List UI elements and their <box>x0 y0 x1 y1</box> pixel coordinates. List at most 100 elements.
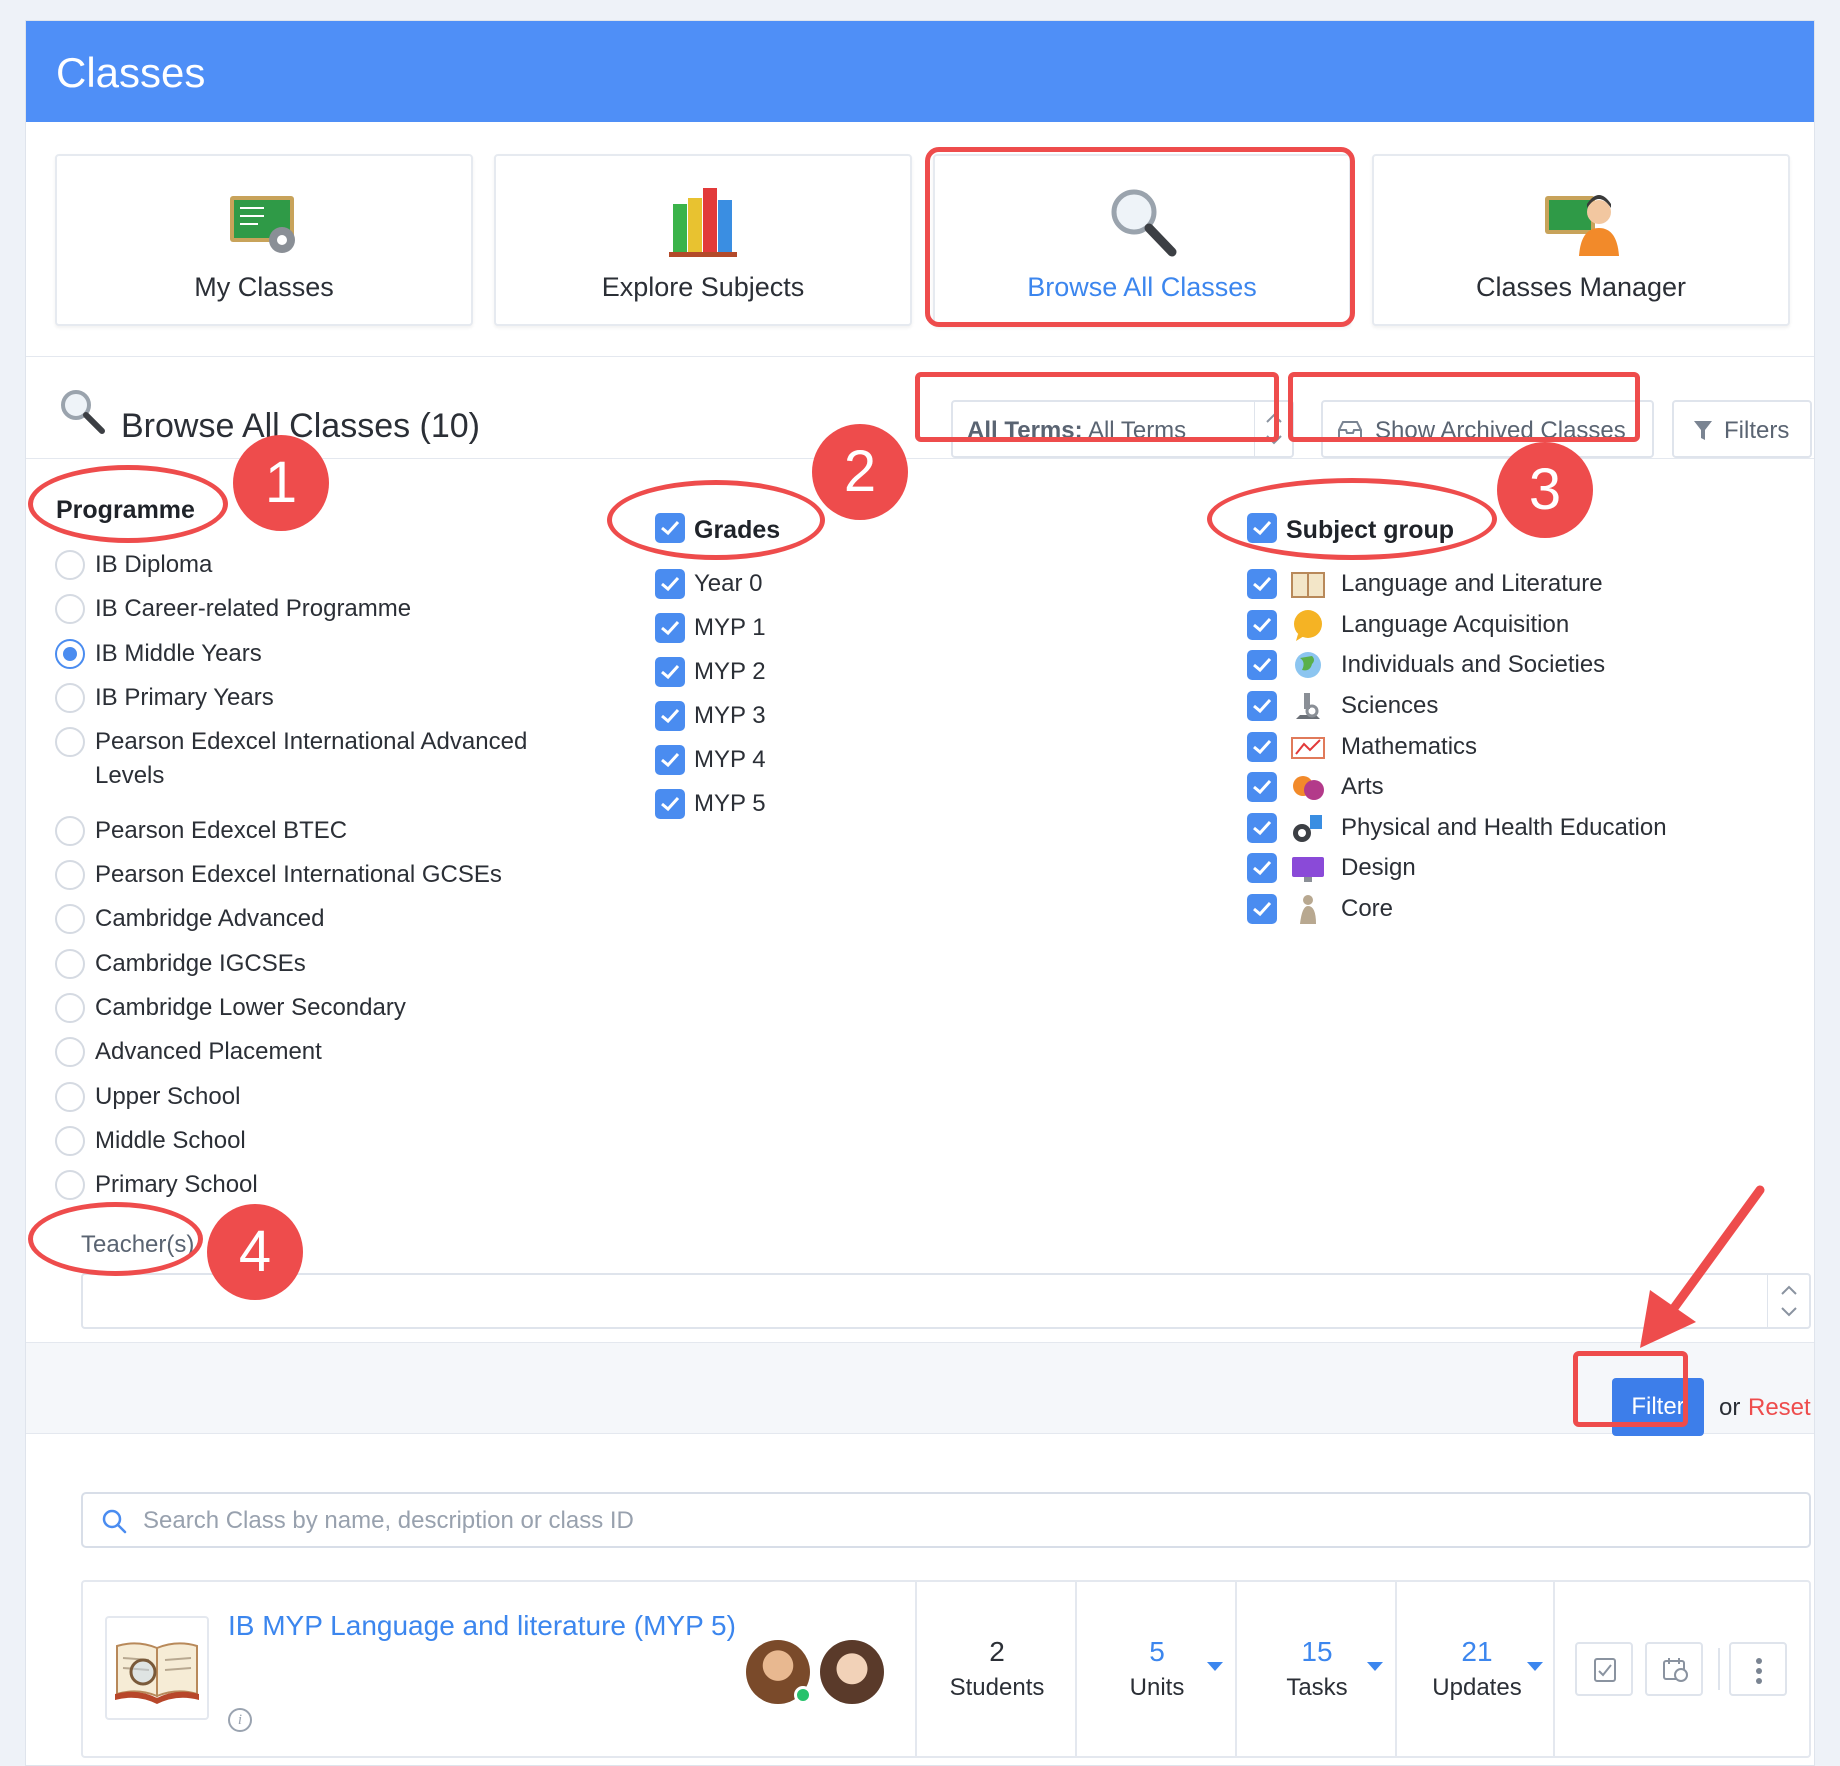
programme-radio[interactable] <box>55 816 85 846</box>
programme-option-label[interactable]: IB Diploma <box>95 548 212 582</box>
programme-option-label[interactable]: Middle School <box>95 1124 246 1158</box>
monitor-icon <box>1292 857 1324 882</box>
subject-group-option-label[interactable]: Physical and Health Education <box>1341 811 1667 845</box>
subject-group-checkbox[interactable] <box>1247 650 1277 680</box>
grade-checkbox[interactable] <box>655 613 685 643</box>
subject-group-checkbox[interactable] <box>1247 772 1277 802</box>
grade-option-label[interactable]: MYP 5 <box>694 787 766 821</box>
students-stat[interactable]: 2 Students <box>915 1582 1075 1758</box>
teachers-select[interactable] <box>81 1273 1811 1329</box>
grade-option-label[interactable]: MYP 3 <box>694 699 766 733</box>
highlight-teachers <box>28 1202 203 1276</box>
subject-group-option-label[interactable]: Language and Literature <box>1341 567 1603 601</box>
programme-radio[interactable] <box>55 993 85 1023</box>
explore-subjects-card[interactable]: Explore Subjects <box>494 154 912 326</box>
filters-label: Filters <box>1724 417 1790 444</box>
subject-group-checkbox[interactable] <box>1247 610 1277 640</box>
info-icon[interactable]: i <box>228 1708 252 1732</box>
highlight-filter-button <box>1573 1351 1688 1427</box>
subject-group-checkbox[interactable] <box>1247 569 1277 599</box>
programme-radio[interactable] <box>55 1126 85 1156</box>
more-options-button[interactable] <box>1729 1642 1787 1696</box>
globe-icon <box>1295 652 1321 678</box>
subject-group-checkbox[interactable] <box>1247 894 1277 924</box>
programme-option-label[interactable]: Primary School <box>95 1168 258 1202</box>
divider <box>1718 1648 1720 1690</box>
calendar-clock-icon <box>1663 1658 1688 1682</box>
subject-group-option-label[interactable]: Individuals and Societies <box>1341 648 1605 682</box>
programme-option-label[interactable]: IB Middle Years <box>95 637 262 671</box>
subject-group-option-label[interactable]: Mathematics <box>1341 730 1477 764</box>
programme-radio[interactable] <box>55 683 85 713</box>
subject-group-option-label[interactable]: Sciences <box>1341 689 1438 723</box>
programme-radio[interactable] <box>55 1037 85 1067</box>
programme-radio[interactable] <box>55 594 85 624</box>
chevron-down-icon[interactable] <box>1367 1662 1383 1671</box>
subject-group-checkbox[interactable] <box>1247 691 1277 721</box>
programme-option-label[interactable]: Upper School <box>95 1080 240 1114</box>
annotation-badge-2: 2 <box>812 424 908 520</box>
programme-option-label[interactable]: Cambridge Advanced <box>95 902 324 936</box>
subject-group-checkbox[interactable] <box>1247 813 1277 843</box>
class-title-link[interactable]: IB MYP Language and literature (MYP 5) <box>228 1606 738 1646</box>
programme-radio[interactable] <box>55 639 85 669</box>
grade-checkbox[interactable] <box>655 657 685 687</box>
kebab-menu-icon <box>1756 1658 1762 1684</box>
units-stat[interactable]: 5 Units <box>1075 1582 1235 1758</box>
subject-group-option-label[interactable]: Design <box>1341 851 1416 885</box>
chevron-down-icon[interactable] <box>1207 1662 1223 1671</box>
red-arrow-icon <box>1640 1185 1765 1348</box>
teacher-avatar[interactable] <box>820 1640 884 1704</box>
class-thumbnail <box>105 1616 209 1720</box>
programme-option-label[interactable]: Pearson Edexcel International Advanced L… <box>95 725 565 793</box>
programme-option-label[interactable]: IB Primary Years <box>95 681 274 715</box>
programme-option-label[interactable]: Cambridge IGCSEs <box>95 947 306 981</box>
programme-radio[interactable] <box>55 949 85 979</box>
programme-option-label[interactable]: IB Career-related Programme <box>95 592 411 626</box>
programme-option-label[interactable]: Pearson Edexcel International GCSEs <box>95 858 502 892</box>
chevron-down-icon[interactable] <box>1527 1662 1543 1671</box>
grade-checkbox[interactable] <box>655 745 685 775</box>
updates-stat[interactable]: 21 Updates <box>1395 1582 1555 1758</box>
programme-option-label[interactable]: Advanced Placement <box>95 1035 322 1069</box>
subject-group-checkbox[interactable] <box>1247 732 1277 762</box>
programme-radio[interactable] <box>55 550 85 580</box>
highlight-archived-button <box>1288 372 1640 442</box>
grade-checkbox[interactable] <box>655 789 685 819</box>
checklist-icon <box>1594 1658 1616 1682</box>
highlight-term-select <box>915 372 1279 442</box>
reset-link[interactable]: Reset <box>1748 1394 1811 1422</box>
subject-group-checkbox[interactable] <box>1247 853 1277 883</box>
highlight-programme <box>28 465 228 543</box>
search-input[interactable] <box>143 1504 1743 1538</box>
calendar-button[interactable] <box>1645 1642 1703 1696</box>
subject-group-option-label[interactable]: Core <box>1341 892 1393 926</box>
filters-button[interactable]: Filters <box>1672 400 1812 458</box>
open-book-icon <box>115 1642 199 1704</box>
my-classes-card[interactable]: My Classes <box>55 154 473 326</box>
select-arrows-icon <box>1767 1275 1809 1327</box>
tasks-label: Tasks <box>1286 1674 1348 1701</box>
funnel-icon <box>1694 421 1712 440</box>
grade-option-label[interactable]: MYP 2 <box>694 655 766 689</box>
classes-manager-card[interactable]: Classes Manager <box>1372 154 1790 326</box>
grade-option-label[interactable]: Year 0 <box>694 567 763 601</box>
checklist-button[interactable] <box>1575 1642 1633 1696</box>
programme-radio[interactable] <box>55 860 85 890</box>
highlight-browse-card <box>925 147 1355 327</box>
programme-radio[interactable] <box>55 727 85 757</box>
programme-radio[interactable] <box>55 904 85 934</box>
programme-option-label[interactable]: Cambridge Lower Secondary <box>95 991 406 1025</box>
grade-checkbox[interactable] <box>655 701 685 731</box>
programme-radio[interactable] <box>55 1170 85 1200</box>
programme-radio[interactable] <box>55 1082 85 1112</box>
subject-group-option-label[interactable]: Language Acquisition <box>1341 608 1569 642</box>
grade-option-label[interactable]: MYP 1 <box>694 611 766 645</box>
subject-group-option-label[interactable]: Arts <box>1341 770 1384 804</box>
grade-checkbox[interactable] <box>655 569 685 599</box>
classes-manager-label: Classes Manager <box>1475 272 1687 302</box>
grade-option-label[interactable]: MYP 4 <box>694 743 766 777</box>
programme-option-label[interactable]: Pearson Edexcel BTEC <box>95 814 347 848</box>
book-icon <box>1291 572 1325 598</box>
tasks-stat[interactable]: 15 Tasks <box>1235 1582 1395 1758</box>
